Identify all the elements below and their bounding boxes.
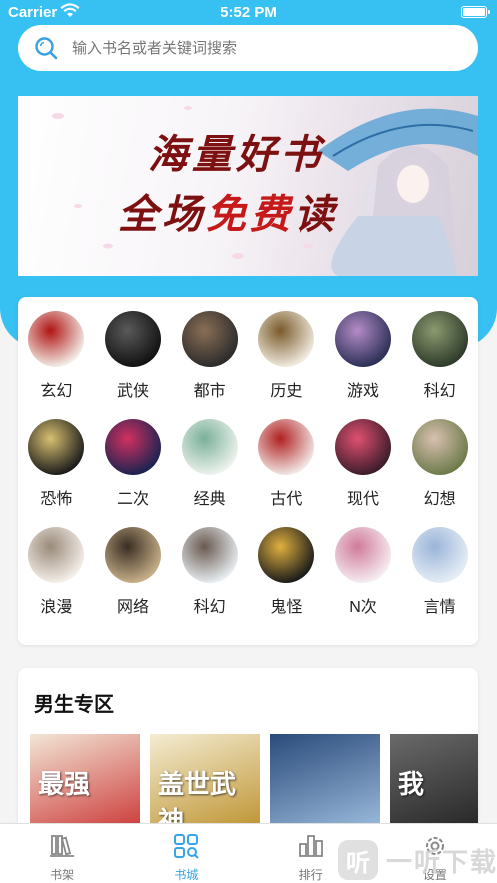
search-icon	[35, 37, 58, 60]
category-cover-image	[104, 311, 161, 367]
category-cover-image	[28, 419, 85, 475]
category-item[interactable]: N次	[325, 527, 402, 616]
category-cover-image	[181, 527, 238, 583]
category-item[interactable]: 游戏	[325, 311, 402, 400]
category-label: 恐怖	[40, 491, 73, 508]
category-label: 游戏	[346, 383, 379, 400]
category-cover-image	[258, 419, 315, 475]
category-label: 经典	[193, 491, 226, 508]
tab-label: 书架	[50, 868, 75, 882]
category-item[interactable]: 二次	[95, 419, 172, 508]
category-item[interactable]: 玄幻	[18, 311, 95, 400]
category-cover-image	[334, 311, 391, 367]
bookshelf-icon	[50, 835, 75, 857]
category-label: 科幻	[423, 383, 456, 400]
category-cover-image	[104, 527, 161, 583]
category-item[interactable]: 古代	[248, 419, 325, 508]
category-item[interactable]: 历史	[248, 311, 325, 400]
banner-title-line2: 全场免费读	[118, 191, 338, 238]
category-item[interactable]: 网络	[95, 527, 172, 616]
category-cover-image	[411, 419, 468, 475]
category-label: 武侠	[116, 383, 149, 400]
search-input[interactable]	[72, 39, 452, 57]
book-cover-title: 我	[398, 770, 425, 800]
category-label: 幻想	[423, 491, 456, 508]
category-cover-image	[258, 311, 315, 367]
category-cover-image	[28, 311, 85, 367]
category-label: 现代	[346, 491, 379, 508]
bookstore-icon	[174, 834, 200, 859]
category-item[interactable]: 言情	[401, 527, 478, 616]
tab-bookshelf[interactable]: 书架	[0, 824, 124, 883]
category-item[interactable]: 经典	[171, 419, 248, 508]
category-item[interactable]: 都市	[171, 311, 248, 400]
promo-banner[interactable]: 海量好书 全场免费读	[18, 96, 478, 276]
section-title: 男生专区	[34, 694, 114, 716]
category-item[interactable]: 武侠	[95, 311, 172, 400]
category-label: 都市	[193, 383, 226, 400]
category-item[interactable]: 幻想	[401, 419, 478, 508]
search-bar[interactable]	[18, 25, 478, 71]
tab-label: 排行	[298, 868, 323, 882]
category-label: 历史	[270, 383, 303, 400]
tab-label: 书城	[174, 868, 199, 882]
category-item[interactable]: 鬼怪	[248, 527, 325, 616]
banner-title-line1: 海量好书	[148, 131, 324, 178]
category-label: 浪漫	[40, 599, 73, 616]
category-cover-image	[181, 311, 238, 367]
category-label: 网络	[116, 599, 149, 616]
category-label: 科幻	[193, 599, 226, 616]
category-label: 玄幻	[40, 383, 73, 400]
category-cover-image	[334, 527, 391, 583]
category-item[interactable]: 恐怖	[18, 419, 95, 508]
category-label: 鬼怪	[270, 599, 303, 616]
battery-icon	[461, 6, 490, 18]
book-cover-title: 最强	[38, 770, 91, 800]
watermark-text: 一听下载	[386, 846, 497, 877]
status-bar: Carrier 5:52 PM	[0, 0, 497, 26]
category-cover-image	[411, 527, 468, 583]
category-item[interactable]: 现代	[325, 419, 402, 508]
category-card: 玄幻 武侠 都市 历史 游戏 科幻 恐怖 二次 经典 古代 现代 幻想 浪漫 网络 科幻 鬼怪 N次 言情	[18, 297, 478, 645]
ranking-icon	[298, 835, 323, 857]
category-label: 古代	[270, 491, 303, 508]
clock: 5:52 PM	[220, 4, 277, 21]
category-grid: 玄幻 武侠 都市 历史 游戏 科幻 恐怖 二次 经典 古代 现代 幻想 浪漫 网络 科幻 鬼怪 N次 言情	[18, 311, 478, 616]
category-cover-image	[411, 311, 468, 367]
category-cover-image	[28, 527, 85, 583]
watermark-logo: 听	[338, 840, 378, 880]
category-item[interactable]: 浪漫	[18, 527, 95, 616]
category-cover-image	[181, 419, 238, 475]
category-cover-image	[334, 419, 391, 475]
category-label: 二次	[116, 491, 149, 508]
category-item[interactable]: 科幻	[171, 527, 248, 616]
category-label: N次	[349, 599, 377, 616]
watermark: 听 一听下载	[338, 838, 497, 882]
tab-bookstore[interactable]: 书城	[124, 824, 248, 883]
category-item[interactable]: 科幻	[401, 311, 478, 400]
category-cover-image	[104, 419, 161, 475]
category-cover-image	[258, 527, 315, 583]
category-label: 言情	[423, 599, 456, 616]
